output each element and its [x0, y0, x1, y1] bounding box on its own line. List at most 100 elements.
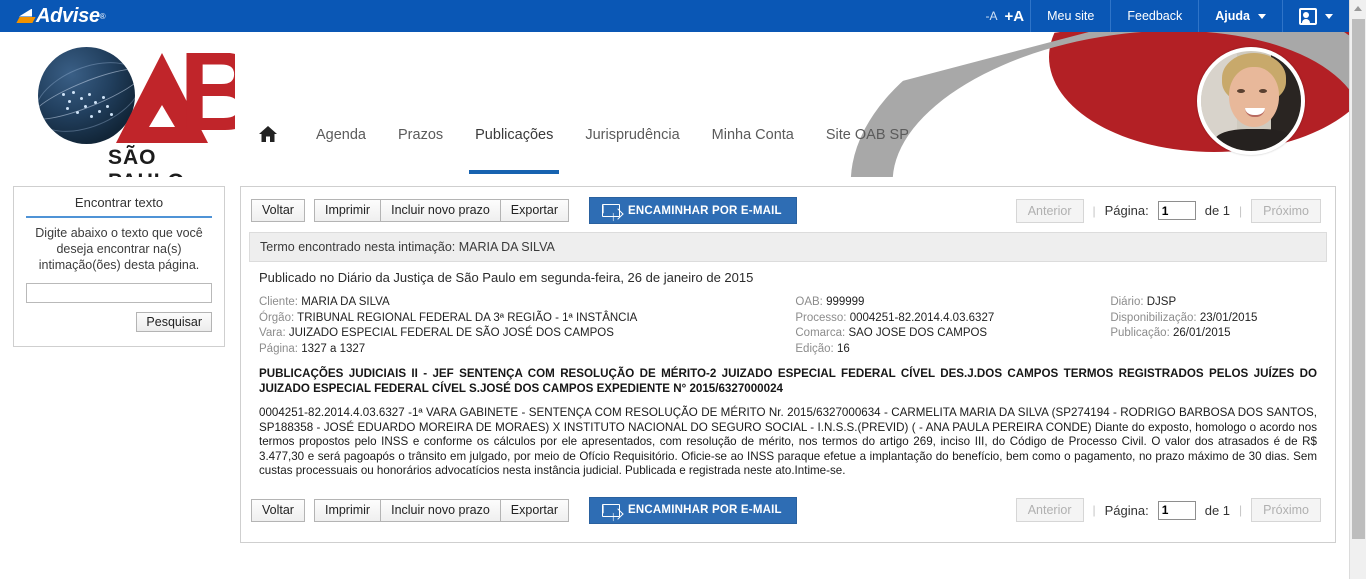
publication-date-line: Publicado no Diário da Justiça de São Pa… — [259, 270, 754, 285]
page-number-input[interactable] — [1157, 201, 1196, 220]
metadata-value: 0004251-82.2014.4.03.6327 — [849, 311, 995, 324]
publication-headline: PUBLICAÇÕES JUDICIAIS II - JEF SENTENÇA … — [259, 367, 1317, 395]
pager-separator: | — [1092, 503, 1096, 517]
font-size-controls: -A +A — [972, 0, 1031, 32]
forward-email-label: ENCAMINHAR POR E-MAIL — [628, 204, 782, 217]
advise-mark-icon — [18, 9, 35, 24]
print-button[interactable]: Imprimir — [313, 498, 381, 522]
previous-page-button[interactable]: Anterior — [1015, 198, 1084, 223]
metadata-row: OAB: 999999 — [795, 295, 1110, 311]
globe-stars — [58, 91, 118, 135]
advise-wordmark: Advise — [36, 4, 100, 27]
metadata-value: SAO JOSE DOS CAMPOS — [848, 327, 988, 339]
browser-scrollbar[interactable] — [1349, 0, 1366, 579]
envelope-icon — [602, 503, 621, 517]
metadata-row: Cliente: MARIA DA SILVA — [259, 295, 795, 311]
home-icon[interactable] — [258, 122, 300, 152]
find-text-panel: Encontrar texto Digite abaixo o texto qu… — [13, 186, 225, 347]
nav-item-agenda[interactable]: Agenda — [300, 122, 382, 143]
top-nav-item-meu-site[interactable]: Meu site — [1030, 0, 1110, 32]
top-nav-label: Meu site — [1047, 9, 1095, 23]
toolbar-bottom: Voltar Imprimir Incluir novo prazo Expor… — [249, 495, 1327, 532]
top-nav-item-feedback[interactable]: Feedback — [1110, 0, 1198, 32]
nav-item-minha-conta[interactable]: Minha Conta — [696, 122, 810, 143]
metadata-value: JUIZADO ESPECIAL FEDERAL DE SÃO JOSÉ DOS… — [288, 327, 614, 339]
find-text-input[interactable] — [26, 283, 212, 303]
pagination-bottom: Anterior | Página: de 1 | Próximo — [1015, 498, 1325, 522]
top-nav-item-user-menu[interactable] — [1282, 0, 1349, 32]
page-number-input[interactable] — [1157, 500, 1196, 520]
metadata-row: Processo: 0004251-82.2014.4.03.6327 — [795, 311, 1110, 327]
metadata-label: OAB: — [795, 296, 823, 308]
export-button[interactable]: Exportar — [499, 199, 570, 222]
export-button[interactable]: Exportar — [499, 498, 570, 522]
metadata-row: Publicação: 26/01/2015 — [1110, 326, 1317, 342]
top-nav-label: Feedback — [1127, 9, 1183, 23]
previous-page-button[interactable]: Anterior — [1015, 498, 1084, 522]
back-button[interactable]: Voltar — [251, 498, 305, 522]
font-increase-button[interactable]: +A — [1005, 8, 1025, 25]
pager-separator: | — [1092, 203, 1096, 218]
next-page-button[interactable]: Próximo — [1251, 198, 1321, 223]
nav-item-jurisprudencia[interactable]: Jurisprudência — [569, 122, 695, 143]
nav-item-prazos[interactable]: Prazos — [382, 122, 459, 143]
pager-separator: | — [1239, 503, 1243, 517]
add-deadline-button[interactable]: Incluir novo prazo — [380, 199, 500, 222]
advise-logo[interactable]: Advise ® — [0, 0, 230, 32]
toolbar-top: Voltar Imprimir Incluir novo prazo Expor… — [249, 195, 1327, 232]
metadata-label: Órgão: — [259, 311, 295, 324]
scrollbar-thumb[interactable] — [1352, 19, 1365, 539]
metadata-value: 16 — [836, 342, 850, 355]
print-button[interactable]: Imprimir — [313, 199, 381, 222]
metadata-row: Página: 1327 a 1327 — [259, 342, 795, 358]
chevron-down-icon — [1325, 13, 1333, 19]
metadata-label: Página: — [259, 342, 299, 355]
page-total-label: de 1 — [1204, 203, 1231, 218]
metadata-label: Diário: — [1110, 296, 1144, 308]
font-decrease-button[interactable]: -A — [986, 9, 998, 23]
oab-logo[interactable]: B SÃO PAULO — [32, 45, 235, 177]
pager-separator: | — [1239, 203, 1243, 218]
oab-letter-b: B — [179, 53, 235, 143]
metadata-row: Disponibilização: 23/01/2015 — [1110, 311, 1317, 327]
add-deadline-button[interactable]: Incluir novo prazo — [380, 498, 500, 522]
top-nav-label: Ajuda — [1215, 9, 1250, 23]
metadata-value: 23/01/2015 — [1199, 311, 1258, 324]
nav-item-publicacoes[interactable]: Publicações — [459, 122, 569, 174]
nav-item-label: Prazos — [398, 127, 444, 143]
metadata-value: 26/01/2015 — [1172, 327, 1231, 339]
metadata-label: Edição: — [795, 342, 834, 355]
oab-subtitle: SÃO PAULO — [108, 146, 184, 177]
nav-item-label: Publicações — [475, 127, 554, 143]
page-label: Página: — [1104, 203, 1149, 218]
nav-item-label: Site OAB SP — [825, 127, 909, 143]
publication-body-text: 0004251-82.2014.4.03.6327 -1ª VARA GABIN… — [259, 406, 1317, 477]
page-root: Advise ® -A +A Meu site Feedback Ajuda B… — [0, 0, 1349, 579]
term-found-bar: Termo encontrado nesta intimação: MARIA … — [249, 232, 1327, 262]
avatar[interactable] — [1197, 47, 1305, 155]
forward-email-button[interactable]: ENCAMINHAR POR E-MAIL — [589, 496, 797, 524]
metadata-value: 1327 a 1327 — [301, 342, 366, 355]
avatar-face — [1229, 67, 1279, 127]
publication-detail: Publicado no Diário da Justiça de São Pa… — [249, 262, 1327, 495]
forward-email-button[interactable]: ENCAMINHAR POR E-MAIL — [589, 197, 797, 224]
publication-panel: Voltar Imprimir Incluir novo prazo Expor… — [240, 186, 1336, 543]
nav-item-site-oab-sp[interactable]: Site OAB SP — [810, 122, 925, 143]
metadata-label: Publicação: — [1110, 327, 1170, 339]
metadata-label: Processo: — [795, 311, 847, 324]
find-text-description: Digite abaixo o texto que você deseja en… — [35, 226, 203, 272]
top-utility-bar: Advise ® -A +A Meu site Feedback Ajuda — [0, 0, 1349, 32]
back-button[interactable]: Voltar — [251, 199, 305, 222]
nav-item-label: Jurisprudência — [585, 127, 680, 143]
avatar-eye-left — [1237, 89, 1245, 93]
metadata-row: Comarca: SAO JOSE DOS CAMPOS — [795, 326, 1110, 342]
next-page-button[interactable]: Próximo — [1251, 498, 1321, 522]
top-nav-item-ajuda[interactable]: Ajuda — [1198, 0, 1282, 32]
publication-metadata: Cliente: MARIA DA SILVA Órgão: TRIBUNAL … — [259, 295, 1317, 357]
scroll-up-arrow-icon[interactable] — [1350, 0, 1366, 17]
main-navigation: Agenda Prazos Publicações Jurisprudência… — [258, 122, 925, 174]
metadata-label: Vara: — [259, 327, 286, 339]
search-button[interactable]: Pesquisar — [136, 312, 212, 332]
metadata-row: Vara: JUIZADO ESPECIAL FEDERAL DE SÃO JO… — [259, 326, 795, 342]
browser-viewport: Advise ® -A +A Meu site Feedback Ajuda B… — [0, 0, 1366, 579]
